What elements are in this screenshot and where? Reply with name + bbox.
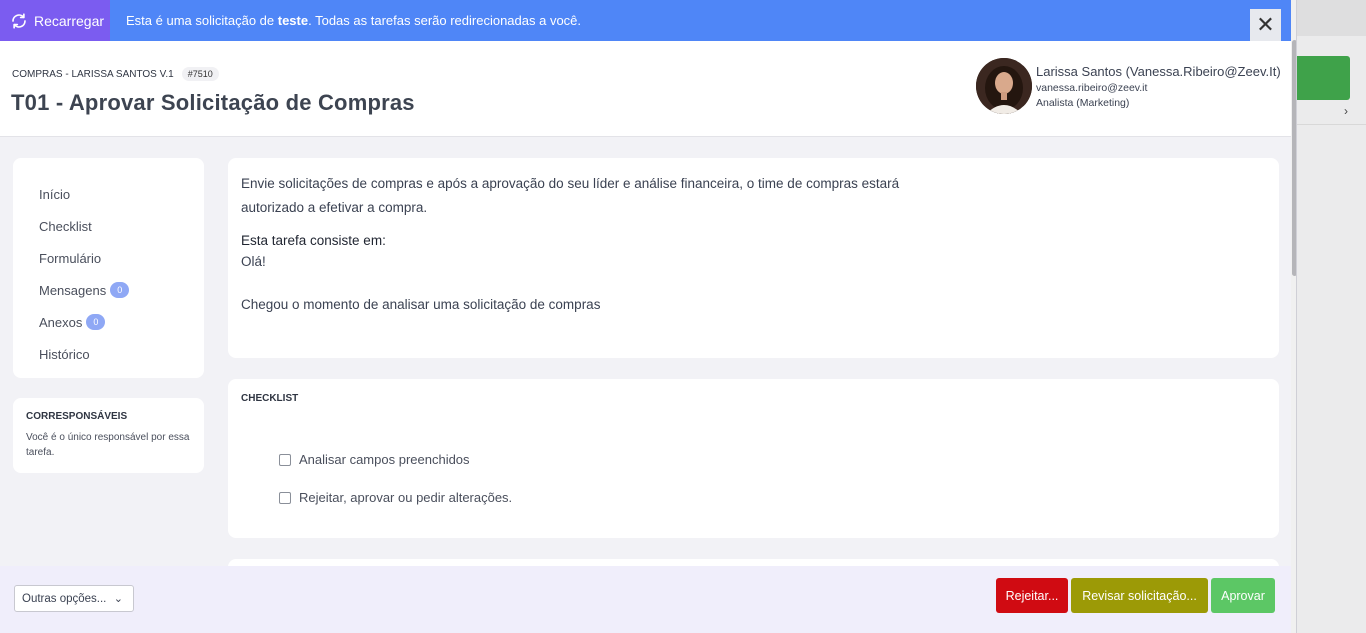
count-badge: 0 (110, 282, 130, 298)
refresh-icon (12, 12, 26, 29)
process-name: COMPRAS - LARISSA SANTOS V.1 (12, 68, 174, 80)
checklist-item-label: Rejeitar, aprovar ou pedir alterações. (299, 490, 513, 505)
nav-item-label: Mensagens (39, 282, 107, 298)
nav-item-label: Checklist (39, 218, 92, 234)
checklist-title: CHECKLIST (241, 393, 299, 404)
chevron-right-icon: › (1344, 104, 1348, 118)
reject-button[interactable]: Rejeitar... (996, 578, 1068, 613)
checkbox[interactable] (279, 453, 291, 466)
background-green-button (1290, 56, 1350, 100)
page-title: T01 - Aprovar Solicitação de Compras (11, 90, 415, 115)
coresponsible-panel: CORRESPONSÁVEIS Você é o único responsáv… (13, 398, 204, 473)
banner-text-end: . Todas as tarefas serão redirecionadas … (308, 13, 582, 28)
nav-item-label: Formulário (39, 250, 102, 266)
process-description: Envie solicitações de compras e após a a… (241, 172, 1266, 220)
nav-item-label: Histórico (39, 346, 90, 362)
checklist-item[interactable]: Rejeitar, aprovar ou pedir alterações. (279, 490, 512, 505)
section-nav: Início Checklist Formulário Mensagens 0 A… (13, 158, 204, 378)
user-photo (976, 58, 1032, 114)
task-greeting: Olá! (241, 254, 266, 269)
breadcrumb: COMPRAS - LARISSA SANTOS V.1 #7510 (12, 67, 219, 81)
task-instruction: Chegou o momento de analisar uma solicit… (241, 297, 601, 312)
checkbox[interactable] (279, 491, 291, 504)
background-topbar (1296, 0, 1366, 36)
request-id-badge: #7510 (181, 67, 219, 81)
nav-item-formulario[interactable]: Formulário (13, 242, 204, 274)
checklist-item[interactable]: Analisar campos preenchidos (279, 452, 470, 467)
approve-button[interactable]: Aprovar (1211, 578, 1275, 613)
task-modal: Recarregar Esta é uma solicitação de tes… (0, 0, 1297, 633)
close-button[interactable]: ✕ (1250, 9, 1281, 41)
description-line: autorizado a efetivar a compra. (241, 200, 428, 215)
nav-item-historico[interactable]: Histórico (13, 338, 204, 370)
banner-text-bold: teste (277, 13, 309, 28)
nav-item-mensagens[interactable]: Mensagens 0 (13, 274, 204, 306)
banner-text-start: Esta é uma solicitação de (126, 13, 278, 28)
checklist-card: CHECKLIST Analisar campos preenchidos Re… (228, 379, 1279, 538)
count-badge: 0 (86, 314, 106, 330)
review-button[interactable]: Revisar solicitação... (1071, 578, 1208, 613)
user-email: vanessa.ribeiro@zeev.it (1036, 82, 1148, 94)
user-name: Larissa Santos (Vanessa.Ribeiro@Zeev.It) (1036, 64, 1281, 79)
nav-item-label: Início (39, 186, 71, 202)
coresponsible-title: CORRESPONSÁVEIS (26, 411, 128, 422)
chevron-down-icon: ⌄ (113, 593, 123, 605)
task-description-card: Envie solicitações de compras e após a a… (228, 158, 1279, 358)
reload-button[interactable]: Recarregar (0, 0, 110, 41)
description-line: Envie solicitações de compras e após a a… (241, 176, 900, 191)
avatar (976, 58, 1032, 114)
action-footer: Outras opções... ⌄ Rejeitar... Revisar s… (0, 566, 1291, 633)
banner-message: Esta é uma solicitação de teste. Todas a… (126, 13, 581, 28)
checklist-item-label: Analisar campos preenchidos (299, 452, 470, 467)
task-label: Esta tarefa consiste em: (241, 233, 386, 248)
scrollbar-thumb[interactable] (1292, 40, 1296, 276)
user-role: Analista (Marketing) (1036, 97, 1130, 109)
test-banner: Recarregar Esta é uma solicitação de tes… (0, 0, 1291, 41)
nav-item-checklist[interactable]: Checklist (13, 210, 204, 242)
nav-item-anexos[interactable]: Anexos 0 (13, 306, 204, 338)
reload-label: Recarregar (34, 12, 105, 29)
nav-item-label: Anexos (39, 314, 83, 330)
other-options-label: Outras opções... (22, 592, 107, 605)
other-options-dropdown[interactable]: Outras opções... ⌄ (14, 585, 134, 612)
nav-item-inicio[interactable]: Início (13, 178, 204, 210)
task-header: COMPRAS - LARISSA SANTOS V.1 #7510 T01 -… (0, 41, 1291, 137)
background-divider (1296, 124, 1366, 125)
coresponsible-text: Você é o único responsável por essa tare… (26, 432, 190, 458)
close-icon: ✕ (1256, 12, 1275, 37)
